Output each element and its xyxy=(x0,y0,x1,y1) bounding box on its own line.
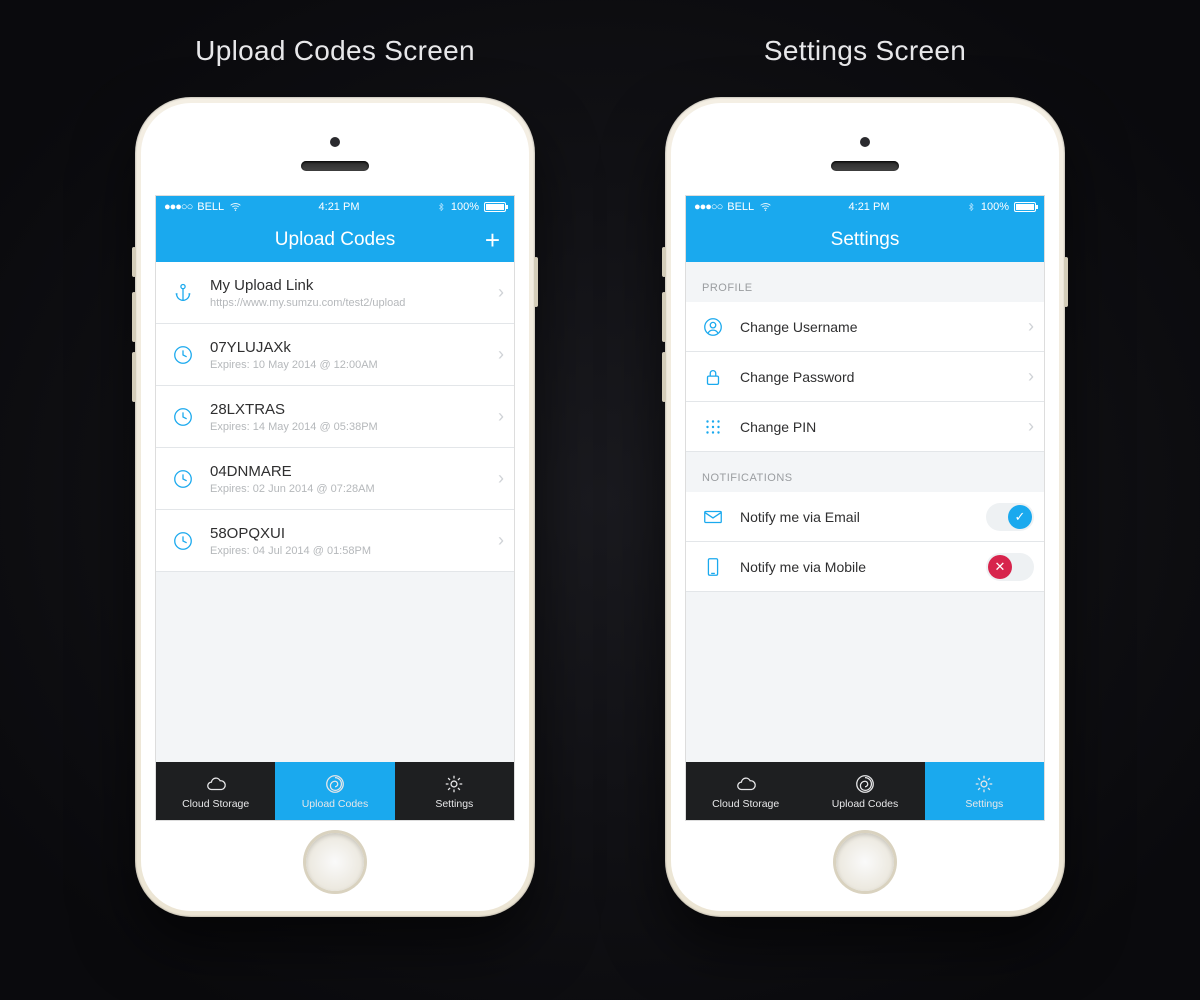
row-subtitle: Expires: 02 Jun 2014 @ 07:28AM xyxy=(210,483,484,495)
right-phone: ●●●○○ BELL 4:21 PM 100% Settings xyxy=(665,97,1065,917)
mobile-icon xyxy=(700,556,726,578)
tab-cloud-storage[interactable]: Cloud Storage xyxy=(156,762,275,820)
lock-icon xyxy=(700,366,726,388)
status-bar: ●●●○○ BELL 4:21 PM 100% xyxy=(686,196,1044,218)
row-subtitle: Expires: 04 Jul 2014 @ 01:58PM xyxy=(210,545,484,557)
tab-upload-codes[interactable]: Upload Codes xyxy=(805,762,924,820)
chevron-right-icon: › xyxy=(1028,316,1034,337)
left-phone: ●●●○○ BELL 4:21 PM 100% Upload xyxy=(135,97,535,917)
upload-codes-list[interactable]: My Upload Link https://www.my.sumzu.com/… xyxy=(156,262,514,762)
tab-settings[interactable]: Settings xyxy=(395,762,514,820)
clock-icon xyxy=(170,468,196,490)
cloud-icon xyxy=(205,773,227,795)
section-profile-header: PROFILE xyxy=(686,262,1044,302)
tab-label: Cloud Storage xyxy=(182,798,249,810)
chevron-right-icon: › xyxy=(498,468,504,489)
tab-bar: Cloud Storage Upload Codes Settings xyxy=(686,762,1044,820)
clock-icon xyxy=(170,530,196,552)
row-title: Change Password xyxy=(740,369,1014,385)
chevron-right-icon: › xyxy=(498,344,504,365)
tab-cloud-storage[interactable]: Cloud Storage xyxy=(686,762,805,820)
wifi-icon xyxy=(229,201,242,214)
toggle-email[interactable]: ✓ xyxy=(986,503,1034,531)
toggle-mobile[interactable]: ✕ xyxy=(986,553,1034,581)
settings-row-username[interactable]: Change Username › xyxy=(686,302,1044,352)
clock-icon xyxy=(170,344,196,366)
settings-row-password[interactable]: Change Password › xyxy=(686,352,1044,402)
settings-row-notify-mobile[interactable]: Notify me via Mobile ✕ xyxy=(686,542,1044,592)
battery-pct: 100% xyxy=(451,201,479,213)
swirl-icon xyxy=(324,773,346,795)
row-title: Change PIN xyxy=(740,419,1014,435)
tab-label: Upload Codes xyxy=(302,798,369,810)
mail-icon xyxy=(700,506,726,528)
signal-dots: ●●●○○ xyxy=(694,201,722,213)
row-title: 07YLUJAXk xyxy=(210,339,484,356)
pin-grid-icon xyxy=(700,416,726,438)
row-title: Notify me via Mobile xyxy=(740,559,972,575)
row-title: My Upload Link xyxy=(210,277,484,294)
cloud-icon xyxy=(735,773,757,795)
swirl-icon xyxy=(854,773,876,795)
clock-icon xyxy=(170,406,196,428)
row-title: 58OPQXUI xyxy=(210,525,484,542)
add-button[interactable]: + xyxy=(485,227,500,253)
battery-pct: 100% xyxy=(981,201,1009,213)
settings-row-pin[interactable]: Change PIN › xyxy=(686,402,1044,452)
signal-dots: ●●●○○ xyxy=(164,201,192,213)
settings-list[interactable]: PROFILE Change Username › Change Passwor… xyxy=(686,262,1044,762)
row-title: Change Username xyxy=(740,319,1014,335)
status-bar: ●●●○○ BELL 4:21 PM 100% xyxy=(156,196,514,218)
right-screen-title: Settings Screen xyxy=(764,35,966,67)
status-time: 4:21 PM xyxy=(849,201,890,213)
gear-icon xyxy=(973,773,995,795)
chevron-right-icon: › xyxy=(1028,366,1034,387)
nav-title: Settings xyxy=(831,229,900,251)
wifi-icon xyxy=(759,201,772,214)
status-time: 4:21 PM xyxy=(319,201,360,213)
carrier-label: BELL xyxy=(727,201,754,213)
list-item[interactable]: 58OPQXUI Expires: 04 Jul 2014 @ 01:58PM … xyxy=(156,510,514,572)
home-button[interactable] xyxy=(306,833,364,891)
row-subtitle: https://www.my.sumzu.com/test2/upload xyxy=(210,297,484,309)
tab-label: Settings xyxy=(965,798,1003,810)
battery-icon xyxy=(1014,202,1036,212)
tab-label: Cloud Storage xyxy=(712,798,779,810)
nav-title: Upload Codes xyxy=(275,229,395,251)
user-icon xyxy=(700,316,726,338)
carrier-label: BELL xyxy=(197,201,224,213)
tab-bar: Cloud Storage Upload Codes Settings xyxy=(156,762,514,820)
list-item[interactable]: My Upload Link https://www.my.sumzu.com/… xyxy=(156,262,514,324)
row-title: Notify me via Email xyxy=(740,509,972,525)
tab-upload-codes[interactable]: Upload Codes xyxy=(275,762,394,820)
list-item[interactable]: 04DNMARE Expires: 02 Jun 2014 @ 07:28AM … xyxy=(156,448,514,510)
nav-bar: Settings xyxy=(686,218,1044,262)
settings-row-notify-email[interactable]: Notify me via Email ✓ xyxy=(686,492,1044,542)
list-item[interactable]: 28LXTRAS Expires: 14 May 2014 @ 05:38PM … xyxy=(156,386,514,448)
bluetooth-icon xyxy=(966,202,976,212)
left-screen-title: Upload Codes Screen xyxy=(195,35,475,67)
chevron-right-icon: › xyxy=(498,530,504,551)
chevron-right-icon: › xyxy=(1028,416,1034,437)
tab-settings[interactable]: Settings xyxy=(925,762,1044,820)
tab-label: Settings xyxy=(435,798,473,810)
tab-label: Upload Codes xyxy=(832,798,899,810)
nav-bar: Upload Codes + xyxy=(156,218,514,262)
anchor-icon xyxy=(170,282,196,304)
gear-icon xyxy=(443,773,465,795)
chevron-right-icon: › xyxy=(498,282,504,303)
bluetooth-icon xyxy=(436,202,446,212)
battery-icon xyxy=(484,202,506,212)
section-notifications-header: NOTIFICATIONS xyxy=(686,452,1044,492)
row-title: 04DNMARE xyxy=(210,463,484,480)
chevron-right-icon: › xyxy=(498,406,504,427)
row-subtitle: Expires: 10 May 2014 @ 12:00AM xyxy=(210,359,484,371)
row-subtitle: Expires: 14 May 2014 @ 05:38PM xyxy=(210,421,484,433)
list-item[interactable]: 07YLUJAXk Expires: 10 May 2014 @ 12:00AM… xyxy=(156,324,514,386)
row-title: 28LXTRAS xyxy=(210,401,484,418)
home-button[interactable] xyxy=(836,833,894,891)
